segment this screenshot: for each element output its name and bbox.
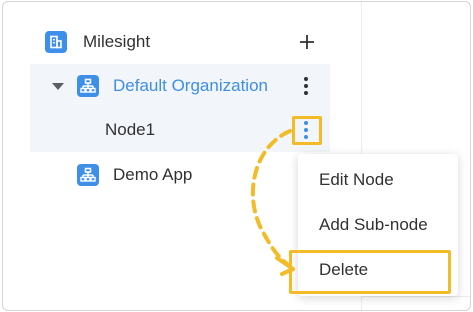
tree-node-row[interactable]: Node1 xyxy=(30,108,330,152)
delete-highlight-box xyxy=(289,250,451,294)
panel-bottom-divider xyxy=(361,296,470,297)
caret-down-icon[interactable] xyxy=(52,83,64,90)
kebab-highlight-box xyxy=(292,116,322,145)
building-icon xyxy=(45,31,67,53)
menu-item-label: Add Sub-node xyxy=(319,215,428,234)
menu-item-label: Edit Node xyxy=(319,170,394,189)
tree-organization-label: Default Organization xyxy=(113,76,268,95)
tree-organization-row[interactable]: Default Organization xyxy=(30,64,330,108)
tree-app-label: Demo App xyxy=(113,165,193,184)
plus-icon[interactable] xyxy=(296,31,318,53)
app-frame: Milesight Default Organization Node1 Dem… xyxy=(2,1,471,311)
tree-root-row[interactable]: Milesight xyxy=(45,20,325,64)
menu-item-add-sub-node[interactable]: Add Sub-node xyxy=(298,203,458,247)
org-chart-icon xyxy=(77,164,99,186)
tree-node-label: Node1 xyxy=(105,120,156,139)
tree-app-row[interactable]: Demo App xyxy=(30,153,290,197)
menu-item-edit-node[interactable]: Edit Node xyxy=(298,158,458,202)
organization-more-icon[interactable] xyxy=(297,76,315,96)
tree-root-label: Milesight xyxy=(83,32,151,51)
org-chart-icon xyxy=(77,75,99,97)
